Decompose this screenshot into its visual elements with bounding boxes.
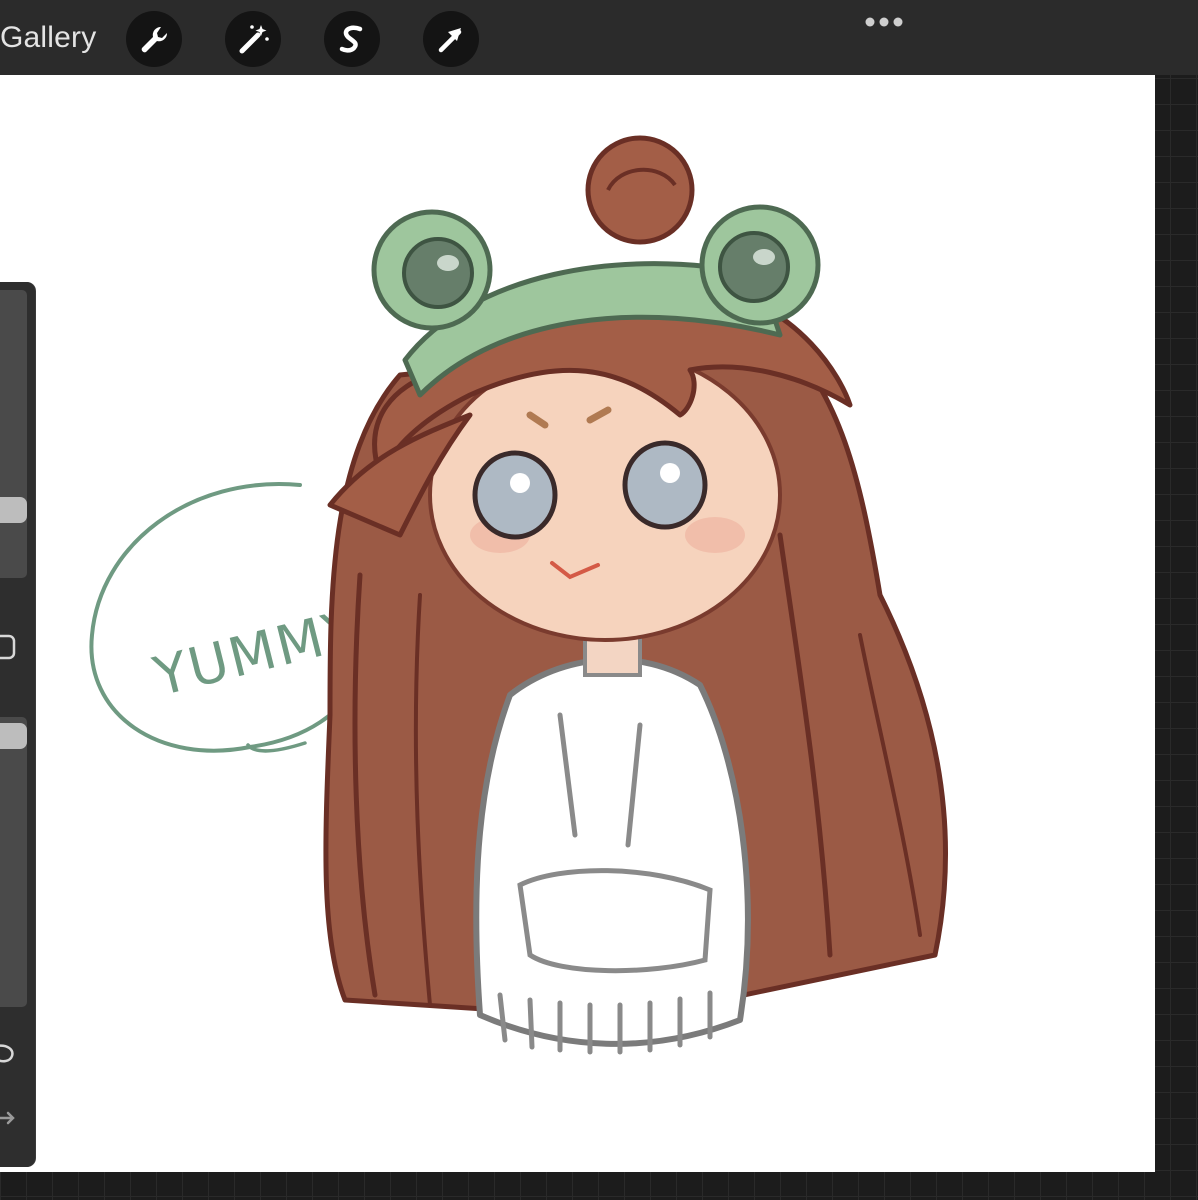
undo-button[interactable] [0,1040,20,1066]
character [323,135,948,1055]
ellipsis-icon [858,17,910,38]
drawing-canvas[interactable]: YUMMY [0,75,1155,1172]
redo-icon [0,1111,20,1134]
artwork: YUMMY [89,135,948,1055]
brush-size-slider-thumb[interactable] [0,497,27,523]
opacity-slider[interactable] [0,717,27,1007]
left-sidebar [0,282,35,1167]
modify-button[interactable] [0,634,20,660]
adjustments-button[interactable] [225,11,281,67]
opacity-slider-thumb[interactable] [0,723,27,749]
brush-size-slider[interactable] [0,290,27,578]
transform-button[interactable] [423,11,479,67]
undo-icon [0,1044,20,1070]
more-options-button[interactable] [858,10,910,34]
redo-button[interactable] [0,1104,20,1130]
gallery-button[interactable]: Gallery [0,18,96,58]
square-icon [0,634,20,664]
actions-button[interactable] [126,11,182,67]
top-toolbar: Gallery [0,0,1198,75]
speech-bubble: YUMMY [89,482,366,753]
selection-button[interactable] [324,11,380,67]
